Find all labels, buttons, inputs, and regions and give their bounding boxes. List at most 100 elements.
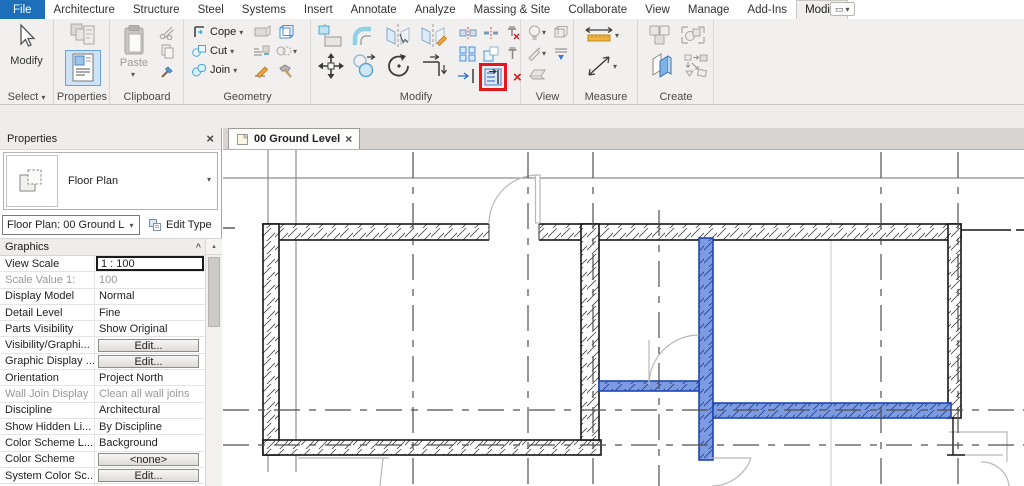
reveal-hidden-group[interactable]: ▾ (527, 24, 546, 41)
wall-sweep-icon[interactable] (251, 44, 271, 58)
paint-pencil-icon[interactable] (253, 63, 271, 79)
menu-tab[interactable]: Annotate (342, 0, 406, 19)
paste-button[interactable]: Paste (111, 57, 157, 69)
selected-walls[interactable] (598, 237, 952, 461)
properties-palette-header[interactable]: Properties × (0, 128, 221, 150)
pin-icon[interactable] (505, 45, 520, 62)
demolish-hammer-icon[interactable] (277, 63, 295, 79)
display-box-icon[interactable] (552, 24, 569, 40)
move-icon[interactable] (317, 52, 345, 80)
menu-tab[interactable]: Systems (233, 0, 295, 19)
create-group-icon[interactable] (647, 23, 673, 47)
property-value[interactable]: Edit... (95, 468, 205, 483)
delete-icon[interactable]: × (513, 70, 522, 85)
copy-icon[interactable] (160, 43, 175, 59)
trim-extend-multiple-highlight[interactable] (479, 63, 507, 91)
scale-icon[interactable] (482, 45, 500, 63)
create-similar-icon[interactable] (683, 53, 709, 79)
trim-extend-single-icon[interactable] (456, 67, 478, 85)
property-label: Scale Value 1: (0, 272, 95, 288)
panel-modify: × Modify (312, 19, 522, 104)
property-value[interactable]: <none> (95, 452, 205, 467)
close-icon[interactable]: × (206, 132, 214, 145)
copy-elements-icon[interactable] (351, 53, 379, 79)
cut-profile-group[interactable]: ▾ (275, 44, 297, 58)
paste-dropdown[interactable]: ▾ (131, 70, 135, 79)
menu-tab[interactable]: Massing & Site (465, 0, 560, 19)
close-view-icon[interactable]: × (345, 133, 352, 145)
property-value[interactable]: Edit... (95, 337, 205, 352)
grid-lines[interactable] (223, 152, 1024, 486)
property-value[interactable]: Edit... (95, 354, 205, 369)
property-value[interactable]: Clean all wall joins (95, 386, 205, 401)
ribbon-state-toggle[interactable]: ▭ ▾ (830, 2, 855, 16)
beam-handles-icon[interactable] (253, 25, 271, 39)
property-value[interactable]: Architectural (95, 403, 205, 418)
property-value[interactable]: Show Original (95, 321, 205, 336)
mirror-draw-axis-icon[interactable] (419, 23, 449, 49)
property-value[interactable]: Project North (95, 370, 205, 385)
split-with-gap-icon[interactable] (481, 25, 501, 41)
view-selector-combo[interactable]: Floor Plan: 00 Ground Lev ▾ (2, 215, 140, 235)
cope-button[interactable]: Cope ▾ (191, 24, 243, 40)
select-panel-label[interactable]: Select ▾ (0, 91, 53, 103)
view-tab-ground-level[interactable]: 00 Ground Level × (228, 128, 361, 149)
align-icon[interactable] (316, 23, 344, 49)
properties-scrollbar[interactable]: ▲ (205, 239, 222, 486)
mirror-pick-axis-icon[interactable] (384, 23, 414, 49)
create-parts-icon[interactable] (647, 51, 677, 79)
wall-joins-icon[interactable] (277, 24, 295, 40)
offset-icon[interactable] (349, 23, 377, 49)
menu-tab[interactable]: Collaborate (559, 0, 636, 19)
menu-tab[interactable]: File (0, 0, 45, 19)
trim-extend-corner-icon[interactable] (420, 53, 448, 79)
array-icon[interactable] (458, 45, 478, 63)
property-label: Color Scheme (0, 451, 95, 467)
scrollbar-thumb[interactable] (208, 257, 220, 327)
measure-ruler-icon (585, 26, 613, 42)
type-selector[interactable]: Floor Plan ▾ (3, 152, 218, 210)
rotate-icon[interactable] (385, 52, 413, 80)
property-value[interactable]: Normal (95, 289, 205, 304)
property-value[interactable]: 1 : 100 (95, 256, 205, 272)
cut-geometry-button[interactable]: Cut ▾ (191, 43, 234, 59)
collapse-icon[interactable]: ^ (196, 242, 201, 252)
property-value[interactable]: By Discipline (95, 419, 205, 434)
menu-tab[interactable]: Add-Ins (738, 0, 796, 19)
menu-tab[interactable]: Steel (189, 0, 233, 19)
linework-prism-icon[interactable] (528, 67, 548, 81)
property-value[interactable]: Fine (95, 305, 205, 320)
measure-linear-group[interactable]: ▾ (583, 25, 619, 45)
graphics-section-header[interactable]: Graphics ^ (0, 239, 205, 256)
property-value[interactable]: 100 (95, 272, 205, 287)
menu-tab[interactable]: View (636, 0, 679, 19)
cut-profile-group2[interactable]: ▾ (527, 46, 546, 61)
reference-lines[interactable] (223, 150, 1024, 486)
property-label: Wall Join Display (0, 386, 95, 402)
properties-toggle-button[interactable] (65, 50, 101, 86)
underlay-icon[interactable] (552, 46, 570, 62)
match-type-properties-icon[interactable] (159, 63, 176, 80)
edit-type-button[interactable]: Edit Type (143, 215, 217, 235)
drawing-canvas[interactable] (223, 150, 1024, 486)
trim-extend-multiple-icon (484, 68, 501, 86)
split-element-icon[interactable] (458, 25, 478, 41)
menu-tab[interactable]: Manage (679, 0, 739, 19)
join-geometry-button[interactable]: Join ▾ (191, 62, 237, 78)
property-value[interactable]: Background (95, 435, 205, 450)
cut-scissors-icon[interactable] (159, 25, 175, 40)
modify-cursor-icon[interactable] (15, 23, 37, 49)
chevron-down-icon[interactable]: ▾ (207, 175, 211, 184)
panel-measure: ▾ ▾ Measure (575, 19, 638, 104)
create-assembly-icon[interactable] (679, 23, 707, 47)
menu-tab[interactable]: Architecture (45, 0, 124, 19)
door-opening-top[interactable] (488, 222, 540, 242)
menu-tab[interactable]: Analyze (406, 0, 465, 19)
menu-tab[interactable]: Structure (124, 0, 189, 19)
unpin-icon[interactable] (504, 24, 521, 41)
measure-angle-group[interactable]: ▾ (585, 53, 617, 79)
walls[interactable] (262, 223, 962, 456)
menu-tab[interactable]: Insert (295, 0, 342, 19)
scroll-up-icon[interactable]: ▲ (206, 239, 222, 255)
modify-tool-button[interactable]: Modify (0, 55, 53, 67)
